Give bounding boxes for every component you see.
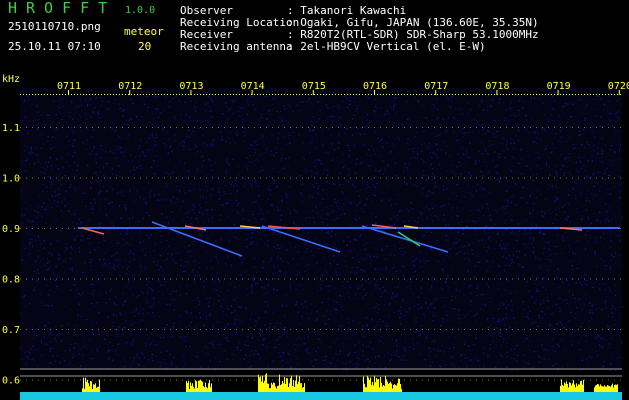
- time-tick-label: 0714: [241, 81, 265, 92]
- noise-field: [20, 88, 624, 372]
- time-tick-label: 0720: [608, 81, 629, 92]
- time-tick-label: 0712: [118, 81, 142, 92]
- time-tick-label: 0718: [485, 81, 509, 92]
- time-tick-label: 0713: [179, 81, 203, 92]
- signal-strength-panel: [20, 373, 622, 400]
- freq-unit-label: kHz: [2, 74, 20, 85]
- time-tick-label: 0716: [363, 81, 387, 92]
- time-tick-label: 0717: [424, 81, 448, 92]
- spectrogram: kHz 1.1 1.0 0.9 0.8 0.7 0.6 0711 0712 0713 0714 071…: [2, 74, 629, 400]
- freq-tick-label: 0.6: [2, 376, 20, 387]
- freq-tick-label: 1.0: [2, 174, 20, 185]
- freq-tick-label: 1.1: [2, 123, 20, 134]
- freq-tick-label: 0.9: [2, 224, 20, 235]
- freq-tick-label: 0.8: [2, 275, 20, 286]
- freq-tick-label: 0.7: [2, 325, 20, 336]
- time-tick-label: 0719: [547, 81, 571, 92]
- time-tick-label: 0711: [57, 81, 81, 92]
- time-tick-label: 0715: [302, 81, 326, 92]
